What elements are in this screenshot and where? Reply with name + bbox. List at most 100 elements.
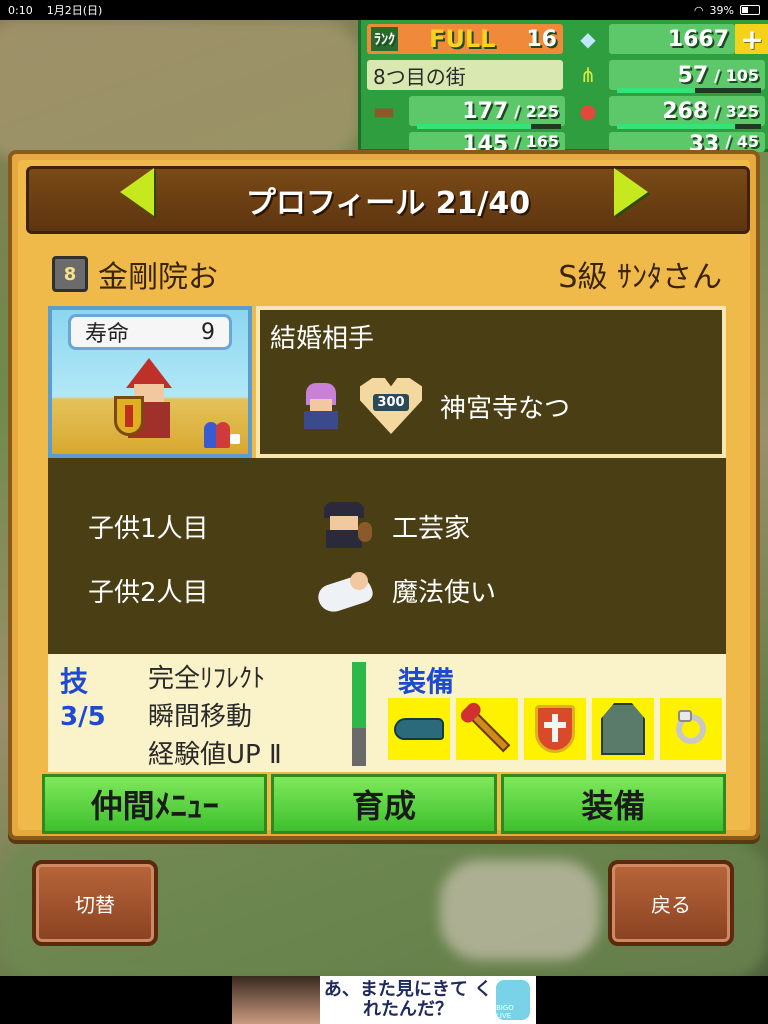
ring-icon[interactable] (660, 698, 722, 760)
child-job: 工芸家 (392, 513, 471, 544)
profile-title: プロフィール 21/40 (245, 186, 531, 221)
ad-logo-text: BIGO LIVE (496, 1004, 514, 1020)
switch-button[interactable]: 切替 (32, 860, 158, 946)
armor-icon[interactable] (592, 698, 654, 760)
grass-count: 57 / 105 (609, 60, 765, 90)
switch-button-label: 切替 (75, 892, 115, 917)
gem-value: 1667 (667, 26, 729, 52)
spouse-label: 結婚相手 (270, 324, 375, 354)
crystal-max: 45 (736, 132, 759, 151)
crystal-count: 33 / 45 (609, 132, 765, 152)
train-button[interactable]: 育成 (271, 774, 497, 834)
ore-max: 165 (525, 132, 559, 151)
equip-button[interactable]: 装備 (500, 774, 726, 834)
rank-label: ﾗﾝｸ (371, 27, 398, 51)
grass-bar-fill (617, 88, 695, 93)
child-job: 魔法使い (392, 577, 497, 608)
town-name: 8つ目の街 (373, 64, 466, 89)
knight-sprite-icon (114, 358, 184, 442)
battery-icon (740, 5, 760, 15)
skill-item: 経験値UP Ⅱ (148, 740, 282, 770)
lifespan-value: 9 (201, 319, 215, 345)
affinity-value: 300 (373, 393, 409, 411)
wood-max: 225 (525, 101, 559, 121)
wifi-icon: ◠ (693, 3, 704, 17)
profile-book-icon: 8 (52, 256, 88, 292)
grass-max: 105 (725, 65, 759, 85)
name-row: 8 金剛院お S級 ｻﾝﾀさん (52, 249, 722, 299)
spouse-sprite-icon (296, 381, 346, 431)
status-right: ◠ 39% (694, 4, 760, 17)
gem-count: 1667 (609, 24, 735, 54)
skill-item: 完全ﾘﾌﾚｸﾄ (148, 664, 266, 694)
child-row: 子供2人目 魔法使い (88, 566, 497, 616)
ore-count: 145 / 165 (409, 132, 565, 152)
ore-current: 145 (462, 132, 509, 152)
character-name: 金剛院お (98, 260, 218, 295)
food-current: 268 (662, 98, 709, 124)
battery-percent: 39% (709, 3, 734, 17)
skills-scrollbar[interactable] (352, 662, 366, 766)
party-menu-button[interactable]: 仲間ﾒﾆｭｰ (42, 774, 268, 834)
wood-bar-fill (417, 124, 531, 129)
grass-current: 57 (677, 62, 709, 88)
add-gems-button[interactable]: + (735, 23, 768, 56)
rank-value: 16 (526, 26, 557, 52)
wood-count: 177 / 225 (409, 96, 565, 126)
back-button[interactable]: 戻る (608, 860, 734, 946)
skill-item: 瞬間移動 (148, 702, 253, 732)
resource-panel: ﾗﾝｸ FULL 16 ◆ 1667 + 8つ目の街 ⋔ 57 / 105 ▬ … (358, 20, 768, 152)
staff-icon[interactable] (456, 698, 518, 760)
wood-icon: ▬ (372, 97, 396, 125)
lifespan-tag: 寿命 9 (68, 314, 232, 350)
next-arrow-icon[interactable] (614, 168, 648, 216)
wood-current: 177 (462, 98, 509, 124)
diamond-icon: ◆ (580, 27, 596, 51)
grass-icon: ⋔ (579, 63, 597, 87)
skills-label: 技 (60, 665, 89, 698)
boot-icon[interactable] (388, 698, 450, 760)
shield-icon[interactable] (524, 698, 586, 760)
rank-display: ﾗﾝｸ FULL 16 (367, 24, 563, 54)
skills-equipment-panel: 技 3/5 完全ﾘﾌﾚｸﾄ 瞬間移動 経験値UP Ⅱ 装備 (48, 654, 726, 772)
profile-card: プロフィール 21/40 8 金剛院お S級 ｻﾝﾀさん 寿命 9 結婚相手 3… (8, 150, 760, 840)
spouse-name: 神宮寺なつ (440, 393, 571, 424)
action-buttons: 仲間ﾒﾆｭｰ 育成 装備 (42, 774, 726, 834)
food-max: 325 (725, 101, 759, 121)
back-button-label: 戻る (651, 892, 691, 917)
child-label: 子供1人目 (88, 513, 209, 544)
food-count: 268 / 325 (609, 96, 765, 126)
rank-status: FULL (428, 25, 496, 53)
spouse-panel: 結婚相手 300 神宮寺なつ (256, 306, 726, 458)
ad-photo (232, 976, 320, 1024)
character-portrait: 寿命 9 (48, 306, 252, 458)
children-panel: 子供1人目 工芸家 子供2人目 魔法使い (48, 458, 726, 654)
spouse-row: 300 神宮寺なつ (296, 378, 570, 434)
equipment-label: 装備 (398, 665, 455, 698)
party-members-icon (204, 416, 242, 448)
crystal-current: 33 (688, 132, 720, 152)
baby-sprite-icon (314, 566, 376, 616)
lifespan-label: 寿命 (85, 322, 130, 347)
child-row: 子供1人目 工芸家 (88, 502, 470, 550)
ad-banner[interactable]: あ、また見にきて くれたんだ？ BIGO LIVE (232, 976, 536, 1024)
wood-bar (417, 124, 561, 129)
character-rank-title: S級 ｻﾝﾀさん (558, 260, 722, 295)
town-name-field: 8つ目の街 (367, 60, 563, 90)
grass-bar (617, 88, 761, 93)
status-date: 1月2日(日) (46, 4, 103, 17)
status-time: 0:10 (8, 3, 33, 17)
food-icon: ● (579, 99, 597, 123)
skills-scroll-thumb[interactable] (352, 662, 366, 728)
status-bar: 0:10 1月2日(日) ◠ 39% (0, 0, 768, 20)
ad-logo-icon: BIGO LIVE (496, 980, 530, 1020)
skills-count: 3/5 (60, 702, 106, 732)
food-bar (617, 124, 761, 129)
affinity-heart-icon: 300 (360, 378, 422, 434)
ad-text: あ、また見にきて くれたんだ？ (323, 979, 493, 1020)
background-building (440, 860, 600, 960)
craftsman-sprite-icon (318, 502, 372, 550)
food-bar-fill (617, 124, 736, 129)
prev-arrow-icon[interactable] (120, 168, 154, 216)
child-label: 子供2人目 (88, 577, 209, 608)
